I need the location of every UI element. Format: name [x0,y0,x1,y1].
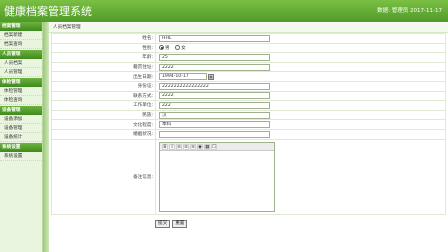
field-label: 工作单位: [51,100,156,111]
field-label: 籍贯住址: [51,61,156,73]
gender-male-radio[interactable] [159,45,164,51]
sidebar-item-equipment-add[interactable]: 设备添加 [0,115,42,124]
table-icon[interactable]: ▦ [204,143,210,150]
align-center-icon[interactable]: ≡ [183,143,189,150]
sidebar-item-person-manage[interactable]: 人员管理 [0,68,42,77]
form-row-gender: 性别: 男 女 [51,42,446,54]
editor-toolbar: B I ≡ ≡ ≡ ◉ ▦ ☐ [160,142,274,151]
person-form: 姓名: HHL 性别: 男 女 年龄: 25 籍贯住址: 2222 出生日期: … [51,33,446,215]
field-label: 年龄: [51,52,156,63]
field-label: 婚姻状况: [51,128,156,140]
id-card-input[interactable]: 2222222222222222 [159,82,270,90]
contact-input[interactable]: 2222 [159,92,270,100]
sidebar-section-person: 人员管理 人员档案 人员管理 [0,50,42,77]
breadcrumb: 人员档案管理 [49,23,448,33]
gender-female-radio[interactable] [175,45,181,51]
sidebar-item-equipment-manage[interactable]: 设备管理 [0,124,42,133]
sidebar-item-person-archive[interactable]: 人员档案 [0,59,42,68]
age-input[interactable]: 25 [159,53,270,61]
form-row-ethnicity: 民族: 汉 [51,109,446,121]
italic-icon[interactable]: I [169,143,175,150]
sidebar-section-title[interactable]: 人员管理 [0,50,42,59]
form-row-marital: 婚姻状况: [51,128,446,140]
field-label: 民族: [51,109,156,121]
sidebar-section-title[interactable]: 体检管理 [0,78,42,87]
sidebar-item-exam-query[interactable]: 体检查询 [0,96,42,105]
reset-button[interactable]: 重置 [172,220,188,228]
sidebar-section-exam: 体检管理 体检管理 体检查询 [0,78,42,105]
marital-input[interactable] [159,130,270,138]
ethnicity-input[interactable]: 汉 [159,111,270,119]
field-label: 姓名: [51,33,156,44]
sidebar-item-equipment-stats[interactable]: 设备统计 [0,133,42,142]
field-label: 文化程度: [51,119,156,130]
sidebar-item-exam-manage[interactable]: 体检管理 [0,87,42,96]
education-input[interactable]: 本科 [159,121,270,129]
form-row-education: 文化程度: 本科 [51,119,446,130]
color-icon[interactable]: ◉ [197,143,203,150]
field-label: 身份证: [51,80,156,92]
source-icon[interactable]: ☐ [211,143,217,150]
birthplace-input[interactable]: 2222 [159,63,270,71]
field-label: 出生日期: [51,71,156,82]
name-input[interactable]: HHL [159,34,270,42]
field-label: 联系方式: [51,90,156,102]
birthdate-input[interactable]: 1994-10-17 [159,73,207,81]
sidebar-section-title[interactable]: 系统设置 [0,143,42,152]
user-info: 数据: 管理员 2017-11-17 [377,8,442,14]
align-left-icon[interactable]: ≡ [176,143,182,150]
sidebar-section-equipment: 设备管理 设备添加 设备管理 设备统计 [0,106,42,142]
calendar-icon[interactable]: ▦ [208,73,214,80]
form-row-name: 姓名: HHL [51,33,446,44]
field-label: 性别: [51,42,156,54]
form-buttons: 提交 重置 [155,220,189,228]
form-row-birthplace: 籍贯住址: 2222 [51,61,446,73]
sidebar-item-system-settings[interactable]: 系统设置 [0,152,42,161]
header: 健康档案管理系统 数据: 管理员 2017-11-17 [0,0,448,22]
align-right-icon[interactable]: ≡ [190,143,196,150]
app-title: 健康档案管理系统 [4,5,92,18]
sidebar-section-title[interactable]: 档案管理 [0,22,42,31]
field-label: 备注信息: [51,138,156,215]
sidebar: 档案管理 档案新建 档案查询 人员管理 人员档案 人员管理 体检管理 体检管理 … [0,22,43,252]
submit-button[interactable]: 提交 [155,220,171,228]
form-row-id-card: 身份证: 2222222222222222 [51,80,446,92]
sidebar-item-archive-new[interactable]: 档案新建 [0,31,42,40]
main-content: 人员档案管理 姓名: HHL 性别: 男 女 年龄: 25 籍贯住址: 2222… [49,22,448,252]
sidebar-section-title[interactable]: 设备管理 [0,106,42,115]
bold-icon[interactable]: B [162,143,168,150]
gender-male-label: 男 [165,45,170,51]
gender-female-label: 女 [181,45,186,51]
form-row-birthdate: 出生日期: 1994-10-17 ▦ [51,71,446,82]
form-row-notes: 备注信息: B I ≡ ≡ ≡ ◉ ▦ ☐ [51,138,446,215]
work-unit-input[interactable]: 222 [159,101,270,109]
sidebar-section-archive: 档案管理 档案新建 档案查询 [0,22,42,49]
form-row-age: 年龄: 25 [51,52,446,63]
sidebar-item-archive-query[interactable]: 档案查询 [0,40,42,49]
form-row-contact: 联系方式: 2222 [51,90,446,102]
sidebar-section-system: 系统设置 系统设置 [0,143,42,161]
form-row-work-unit: 工作单位: 222 [51,100,446,111]
notes-editor[interactable]: B I ≡ ≡ ≡ ◉ ▦ ☐ [159,141,275,212]
